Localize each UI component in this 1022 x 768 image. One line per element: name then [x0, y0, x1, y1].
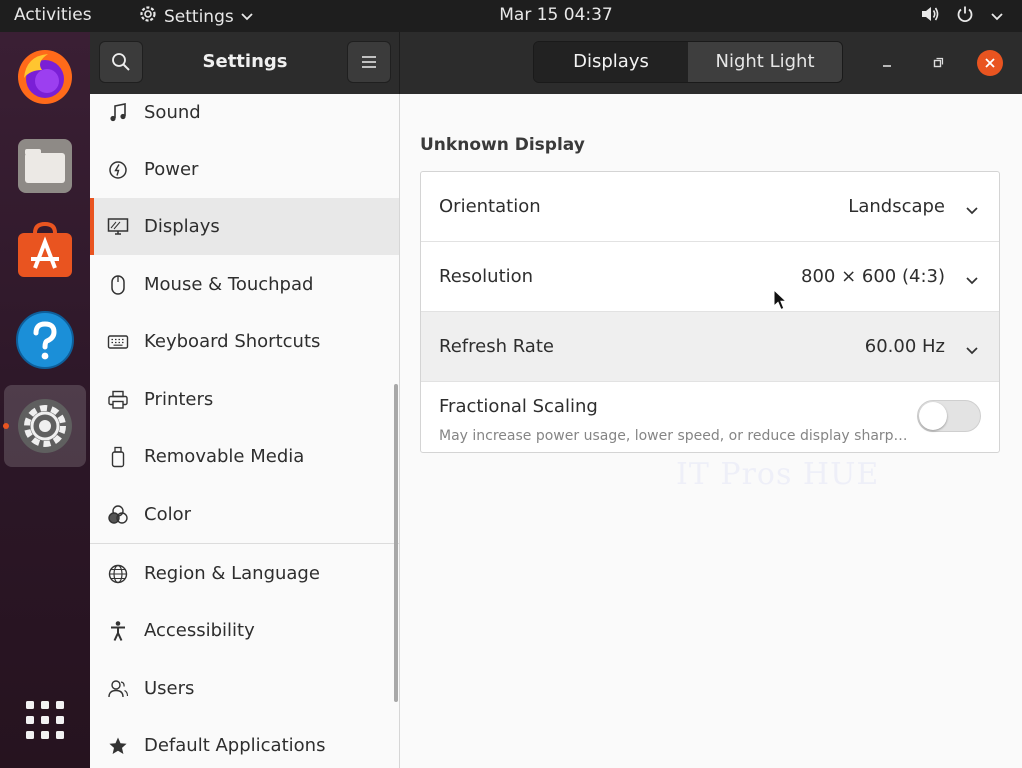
color-icon — [90, 504, 144, 526]
chevron-down-icon — [965, 200, 979, 221]
chevron-down-icon — [965, 340, 979, 361]
sidebar-item-label: Sound — [144, 102, 201, 123]
refresh-rate-row[interactable]: Refresh Rate 60.00 Hz — [421, 312, 999, 382]
printer-icon — [90, 390, 144, 410]
orientation-value: Landscape — [848, 196, 945, 217]
globe-icon — [90, 563, 144, 585]
app-grid-icon — [26, 701, 64, 739]
fractional-scaling-row: Fractional Scaling May increase power us… — [421, 382, 999, 452]
sidebar: Sound Power Displays Mouse & Touchpad Ke… — [90, 94, 400, 768]
help-icon — [16, 311, 74, 369]
sidebar-item-label: Accessibility — [144, 620, 255, 641]
menu-button[interactable] — [347, 41, 391, 83]
maximize-button[interactable] — [925, 50, 951, 76]
header-bar: Settings Displays Night Light — [90, 32, 1022, 94]
minimize-icon — [883, 65, 891, 67]
tab-displays[interactable]: Displays — [534, 42, 688, 82]
search-icon — [112, 53, 130, 71]
tab-night-light[interactable]: Night Light — [688, 42, 842, 82]
close-icon — [985, 58, 995, 68]
hamburger-icon — [362, 56, 376, 68]
sidebar-item-displays[interactable]: Displays — [90, 198, 399, 255]
display-icon — [90, 217, 144, 237]
sidebar-item-users[interactable]: Users — [90, 660, 399, 717]
sidebar-item-label: Removable Media — [144, 446, 305, 467]
dock-show-apps[interactable] — [14, 689, 76, 751]
chevron-down-icon — [990, 7, 1004, 27]
dock-software[interactable] — [14, 219, 76, 281]
power-icon — [90, 160, 144, 180]
resolution-value: 800 × 600 (4:3) — [801, 266, 945, 287]
music-note-icon — [90, 102, 144, 123]
running-indicator — [3, 423, 9, 429]
dock-firefox[interactable] — [14, 46, 76, 108]
fractional-scaling-switch[interactable] — [917, 400, 981, 432]
dock-settings[interactable] — [4, 385, 86, 467]
resolution-row[interactable]: Resolution 800 × 600 (4:3) — [421, 242, 999, 312]
sidebar-item-keyboard-shortcuts[interactable]: Keyboard Shortcuts — [90, 313, 399, 370]
fractional-scaling-subtitle: May increase power usage, lower speed, o… — [439, 428, 908, 444]
files-icon — [18, 139, 72, 193]
watermark: IT Pros HUE — [676, 457, 880, 492]
volume-icon — [920, 5, 940, 28]
chevron-down-icon — [965, 270, 979, 291]
sidebar-item-mouse-touchpad[interactable]: Mouse & Touchpad — [90, 256, 399, 313]
usb-drive-icon — [90, 446, 144, 468]
system-tray[interactable] — [920, 5, 1004, 28]
sidebar-item-region-language[interactable]: Region & Language — [90, 545, 399, 602]
users-icon — [90, 678, 144, 700]
header-title: Settings — [202, 51, 288, 72]
dock-help[interactable] — [14, 309, 76, 371]
search-button[interactable] — [99, 41, 143, 83]
sidebar-item-label: Mouse & Touchpad — [144, 274, 314, 295]
sidebar-item-label: Printers — [144, 389, 214, 410]
accessibility-icon — [90, 620, 144, 642]
sidebar-item-label: Displays — [144, 216, 220, 237]
orientation-row[interactable]: Orientation Landscape — [421, 172, 999, 242]
view-switcher: Displays Night Light — [533, 41, 843, 83]
refresh-rate-label: Refresh Rate — [439, 336, 554, 357]
display-settings-list: Orientation Landscape Resolution 800 × 6… — [420, 171, 1000, 453]
software-icon — [18, 221, 72, 277]
sidebar-item-label: Color — [144, 504, 191, 525]
power-menu-icon — [956, 5, 974, 28]
clock[interactable]: Mar 15 04:37 — [0, 5, 1022, 25]
sidebar-item-accessibility[interactable]: Accessibility — [90, 602, 399, 659]
sidebar-item-removable-media[interactable]: Removable Media — [90, 428, 399, 485]
orientation-label: Orientation — [439, 196, 541, 217]
sidebar-item-label: Region & Language — [144, 563, 320, 584]
switch-knob — [919, 402, 947, 430]
minimize-button[interactable] — [874, 50, 900, 76]
sidebar-item-power[interactable]: Power — [90, 141, 399, 198]
sidebar-item-label: Default Applications — [144, 735, 326, 756]
resolution-label: Resolution — [439, 266, 534, 287]
top-bar: Activities Settings Mar 15 04:37 — [0, 0, 1022, 32]
sidebar-header: Settings — [90, 32, 400, 94]
keyboard-icon — [90, 334, 144, 350]
settings-window: Settings Displays Night Light Sound Powe… — [90, 32, 1022, 768]
settings-icon — [18, 399, 72, 453]
sidebar-item-label: Users — [144, 678, 195, 699]
sidebar-item-label: Power — [144, 159, 199, 180]
star-icon — [90, 736, 144, 756]
firefox-icon — [18, 50, 72, 104]
maximize-icon — [933, 57, 944, 68]
mouse-pointer-icon — [773, 289, 788, 311]
fractional-scaling-label: Fractional Scaling — [439, 396, 598, 417]
sidebar-scrollbar[interactable] — [394, 384, 398, 702]
mouse-icon — [90, 274, 144, 296]
display-name-heading: Unknown Display — [420, 135, 585, 155]
refresh-rate-value: 60.00 Hz — [864, 336, 945, 357]
sidebar-separator — [90, 543, 399, 544]
sidebar-item-color[interactable]: Color — [90, 486, 399, 543]
dock-files[interactable] — [14, 135, 76, 197]
sidebar-item-printers[interactable]: Printers — [90, 371, 399, 428]
sidebar-item-label: Keyboard Shortcuts — [144, 331, 321, 352]
sidebar-item-default-applications[interactable]: Default Applications — [90, 717, 399, 768]
close-button[interactable] — [977, 50, 1003, 76]
dock — [0, 32, 90, 768]
display-settings-panel: Unknown Display Orientation Landscape Re… — [401, 94, 1022, 768]
sidebar-item-sound[interactable]: Sound — [90, 94, 399, 141]
